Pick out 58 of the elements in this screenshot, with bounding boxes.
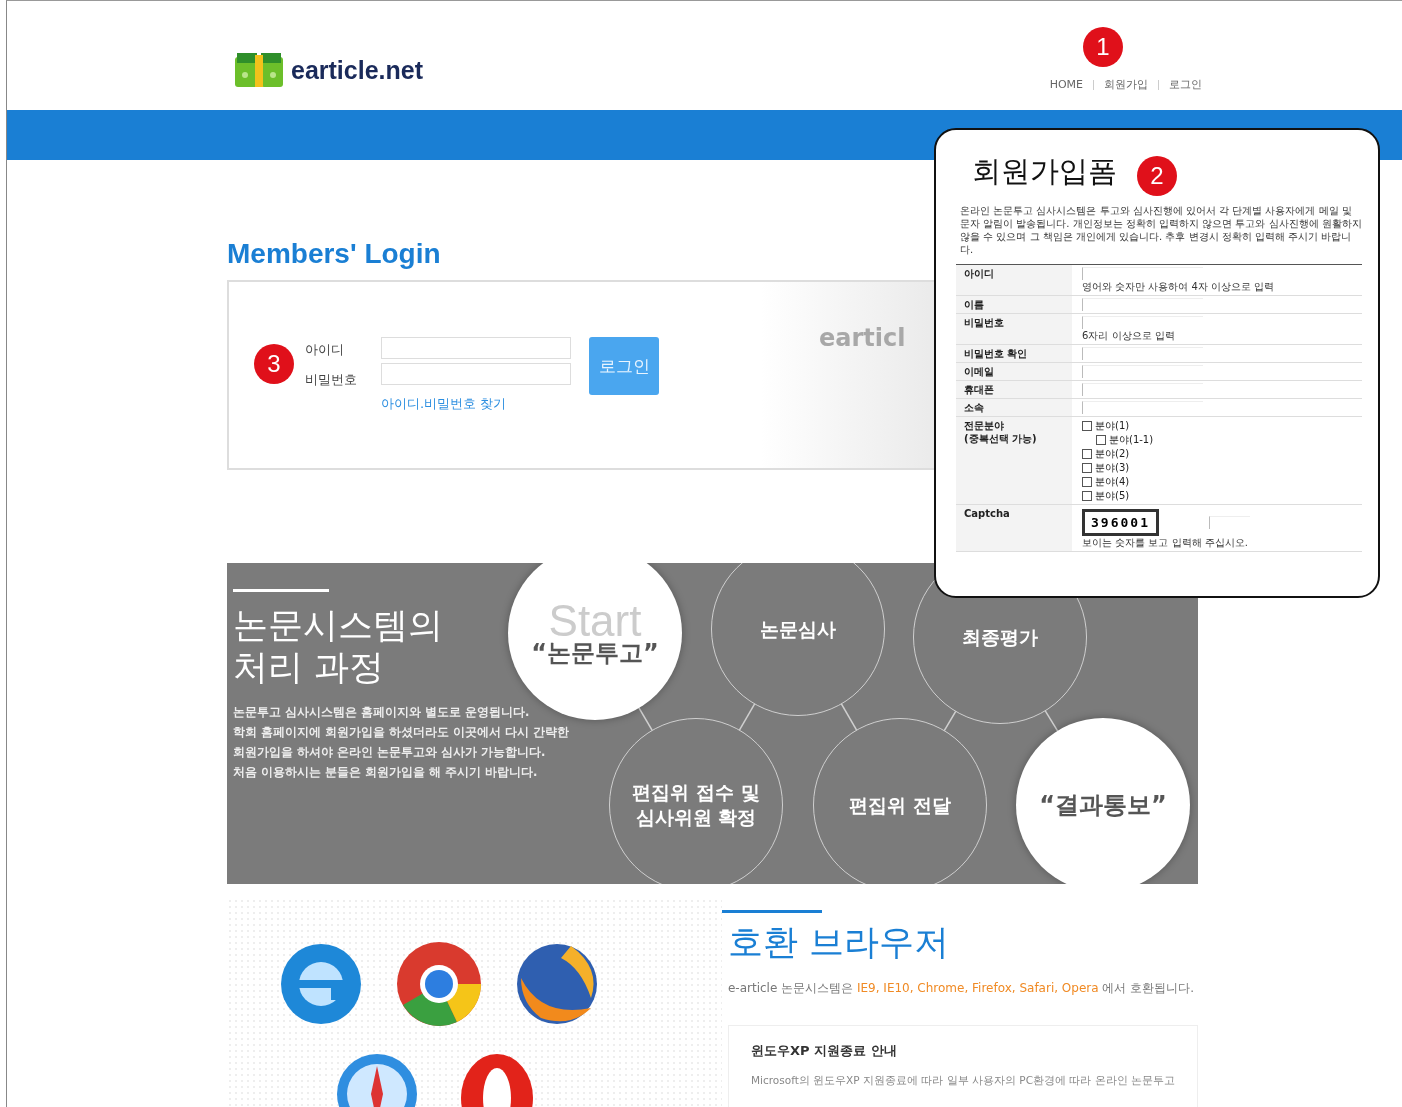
form-sublabel: (중복선택 가능) (964, 432, 1038, 445)
form-label: 휴대폰 (964, 383, 995, 396)
checkbox[interactable] (1082, 448, 1092, 459)
step-label: “논문투고” (531, 640, 659, 666)
checkbox-label: 분야(3) (1095, 460, 1130, 475)
step-label: 편집위 접수 및 심사위원 확정 (632, 780, 760, 830)
form-label: 비밀번호 (964, 316, 1005, 329)
form-label: 이메일 (964, 365, 995, 378)
checkbox[interactable] (1082, 476, 1092, 487)
book-logo-icon (233, 51, 285, 89)
step-label: 최종평가 (962, 624, 1038, 650)
form-label: 비밀번호 확인 (964, 347, 1029, 360)
checkbox-label: 분야(5) (1095, 488, 1130, 503)
checkbox-label: 분야(1) (1095, 418, 1130, 433)
browsers-description: e-article 논문시스템은 IE9, IE10, Chrome, Firefox, Safari, Opera 에서 호환됩니다. (728, 980, 1196, 997)
form-label: 이름 (964, 298, 985, 311)
notice-title: 윈도우XP 지원종료 안내 (751, 1042, 898, 1060)
field-label: 아이디 (305, 341, 345, 359)
login-input-field[interactable] (381, 363, 571, 385)
checkbox-label: 분야(4) (1095, 474, 1130, 489)
checkbox-label: 분야(1-1) (1109, 432, 1154, 447)
login-title: Members' Login (227, 238, 441, 270)
process-description: 논문투고 심사시스템은 홈페이지와 별도로 운영됩니다. 학회 홈페이지에 회원가입을 하셨더라도 이곳에서 다시 간략한 회원가입을 하셔야 온라인 논문투고와 심사가 가능합니다. 처음 이용하시는 분들은 회원가입을 해 주시기 바랍니다. (233, 704, 571, 781)
step-label: 논문심사 (760, 616, 836, 642)
form-label: Captcha (964, 507, 1011, 520)
checkbox[interactable] (1096, 434, 1106, 445)
checkbox[interactable] (1082, 490, 1092, 501)
field-hint: 6자리 이상으로 입력 (1082, 330, 1176, 342)
site-logo-text[interactable]: earticle.net (291, 55, 423, 85)
field-label: 비밀번호 (305, 371, 357, 389)
checkbox-label: 분야(2) (1095, 446, 1130, 461)
login-input-field[interactable] (381, 337, 571, 359)
form-input-field[interactable] (1082, 347, 1203, 360)
captcha-image: 396001 (1082, 509, 1159, 536)
form-input-field[interactable] (1082, 298, 1203, 311)
nav-link[interactable]: HOME (1049, 78, 1083, 91)
annotation-badge: 1 (1083, 27, 1123, 67)
form-input-field[interactable] (1082, 365, 1203, 378)
process-title: 논문시스템의 처리 과정 (233, 604, 443, 688)
nav-link[interactable]: 로그인 (1169, 77, 1202, 92)
watermark-logo-text: earticl (819, 324, 906, 352)
field-hint: 보이는 숫자를 보고 입력해 주십시오. (1082, 537, 1249, 549)
form-input-field[interactable] (1082, 383, 1203, 396)
browsers-title: 호환 브라우저 (728, 921, 951, 964)
form-label: 아이디 (964, 267, 995, 280)
checkbox[interactable] (1082, 420, 1092, 431)
popup-title: 회원가입폼 (972, 153, 1117, 190)
form-label: 소속 (964, 401, 985, 414)
checkbox[interactable] (1082, 462, 1092, 473)
step-label: 편집위 전달 (849, 792, 951, 818)
find-account-link[interactable]: 아이디.비밀번호 찾기 (381, 395, 571, 413)
form-input-field[interactable] (1082, 401, 1203, 414)
notice-text: Microsoft의 윈도우XP 지원종료에 따라 일부 사용자의 PC환경에 따라 온라인 논문투고 (751, 1074, 1175, 1088)
popup-intro-text: 온라인 논문투고 심사시스템은 투고와 심사진행에 있어서 각 단계별 사용자에게 메일 및 문자 알림이 발송됩니다. 개인정보는 정확히 입력하지 않으면 투고와 심사진행에 원활하지 않을 수 있으며 그 책임은 개인에게 있습니다. 추후 변경시 정확히 입력해 주시기 바랍니다. (960, 204, 1362, 256)
step-label: “결과통보” (1039, 792, 1167, 818)
field-hint: 영어와 숫자만 사용하여 4자 이상으로 입력 (1082, 281, 1276, 293)
nav-link[interactable]: 회원가입 (1104, 77, 1148, 92)
form-label: 전문분야 (964, 419, 1005, 432)
